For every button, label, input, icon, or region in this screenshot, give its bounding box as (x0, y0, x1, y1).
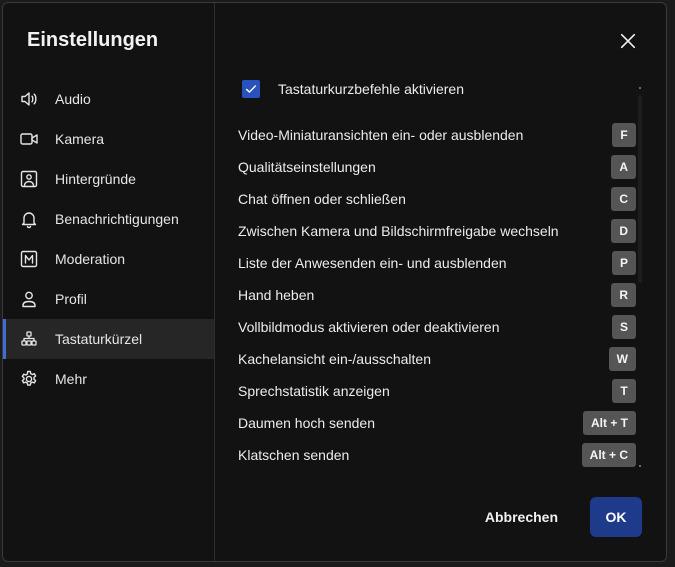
sidebar-item-profile[interactable]: Profil (3, 279, 214, 319)
sidebar-item-camera[interactable]: Kamera (3, 119, 214, 159)
shortcut-row: Qualitätseinstellungen A (238, 151, 636, 183)
settings-dialog: Einstellungen Audio Kamera Hintergründe … (2, 2, 667, 562)
shortcut-row: Vollbildmodus aktivieren oder deaktivier… (238, 311, 636, 343)
sidebar-item-shortcuts[interactable]: Tastaturkürzel (3, 319, 214, 359)
shortcut-label: Kachelansicht ein-/ausschalten (238, 351, 432, 367)
shortcut-label: Zwischen Kamera und Bildschirmfreigabe w… (238, 223, 559, 239)
checkmark-icon (245, 85, 257, 93)
shortcut-list: Video-Miniaturansichten ein- oder ausble… (238, 119, 636, 471)
shortcut-key: W (608, 347, 636, 371)
sidebar-item-backgrounds[interactable]: Hintergründe (3, 159, 214, 199)
sidebar-item-audio[interactable]: Audio (3, 79, 214, 119)
shortcut-row: Liste der Anwesenden ein- und ausblenden… (238, 247, 636, 279)
cancel-button[interactable]: Abbrechen (467, 497, 576, 537)
shortcut-key: F (612, 123, 636, 147)
shortcut-row: Chat öffnen oder schließen C (238, 183, 636, 215)
scrollbar-up-arrow[interactable] (639, 87, 641, 89)
shortcut-label: Hand heben (238, 287, 315, 303)
sidebar-item-notifications[interactable]: Benachrichtigungen (3, 199, 214, 239)
shortcut-row: Klatschen senden Alt + C (238, 439, 636, 471)
ok-button[interactable]: OK (590, 497, 642, 537)
shortcut-key: R (611, 283, 636, 307)
sidebar-item-label: Audio (55, 91, 91, 107)
shortcuts-icon (19, 329, 39, 349)
shortcut-key: Alt + T (582, 411, 636, 435)
shortcut-label: Qualitätseinstellungen (238, 159, 376, 175)
enable-shortcuts-checkbox[interactable] (242, 80, 260, 98)
shortcut-row: Hand heben R (238, 279, 636, 311)
shortcut-key: P (611, 251, 636, 275)
settings-nav: Audio Kamera Hintergründe Benachrichtigu… (3, 79, 214, 399)
shortcut-label: Vollbildmodus aktivieren oder deaktivier… (238, 319, 500, 335)
image-icon (19, 169, 39, 189)
settings-sidebar: Einstellungen Audio Kamera Hintergründe … (3, 3, 215, 561)
sidebar-item-label: Benachrichtigungen (55, 211, 179, 227)
shortcut-row: Kachelansicht ein-/ausschalten W (238, 343, 636, 375)
sidebar-item-moderation[interactable]: Moderation (3, 239, 214, 279)
shortcut-label: Daumen hoch senden (238, 415, 375, 431)
sidebar-item-more[interactable]: Mehr (3, 359, 214, 399)
sidebar-item-label: Hintergründe (55, 171, 136, 187)
shortcut-row: Video-Miniaturansichten ein- oder ausble… (238, 119, 636, 151)
shortcut-key: S (611, 315, 636, 339)
camera-icon (19, 129, 39, 149)
shortcut-row: Daumen hoch senden Alt + T (238, 407, 636, 439)
sidebar-item-label: Tastaturkürzel (55, 331, 143, 347)
person-icon (19, 289, 39, 309)
sidebar-item-label: Profil (55, 291, 87, 307)
shortcut-label: Chat öffnen oder schließen (238, 191, 406, 207)
moderation-m-icon (19, 249, 39, 269)
shortcut-key: Alt + C (581, 443, 636, 467)
gear-icon (19, 369, 39, 389)
shortcut-row: Sprechstatistik anzeigen T (238, 375, 636, 407)
enable-shortcuts-row: Tastaturkurzbefehle aktivieren (242, 80, 464, 98)
shortcut-key: A (611, 155, 636, 179)
dialog-title: Einstellungen (27, 29, 159, 51)
shortcut-label: Klatschen senden (238, 447, 350, 463)
scrollbar-thumb[interactable] (638, 95, 642, 283)
shortcut-label: Sprechstatistik anzeigen (238, 383, 390, 399)
sidebar-item-label: Moderation (55, 251, 126, 267)
bell-icon (19, 209, 39, 229)
shortcut-label: Video-Miniaturansichten ein- oder ausble… (238, 127, 524, 143)
shortcut-key: D (611, 219, 636, 243)
dialog-footer: Abbrechen OK (467, 497, 642, 537)
scrollbar-down-arrow[interactable] (639, 465, 641, 467)
enable-shortcuts-label: Tastaturkurzbefehle aktivieren (278, 81, 464, 97)
sidebar-item-label: Kamera (55, 131, 105, 147)
shortcut-row: Zwischen Kamera und Bildschirmfreigabe w… (238, 215, 636, 247)
shortcut-key: T (612, 379, 636, 403)
sidebar-item-label: Mehr (55, 371, 87, 387)
shortcuts-panel: Tastaturkurzbefehle aktivieren Video-Min… (215, 3, 666, 483)
shortcut-key: C (611, 187, 636, 211)
speaker-icon (19, 89, 39, 109)
shortcut-label: Liste der Anwesenden ein- und ausblenden (238, 255, 507, 271)
